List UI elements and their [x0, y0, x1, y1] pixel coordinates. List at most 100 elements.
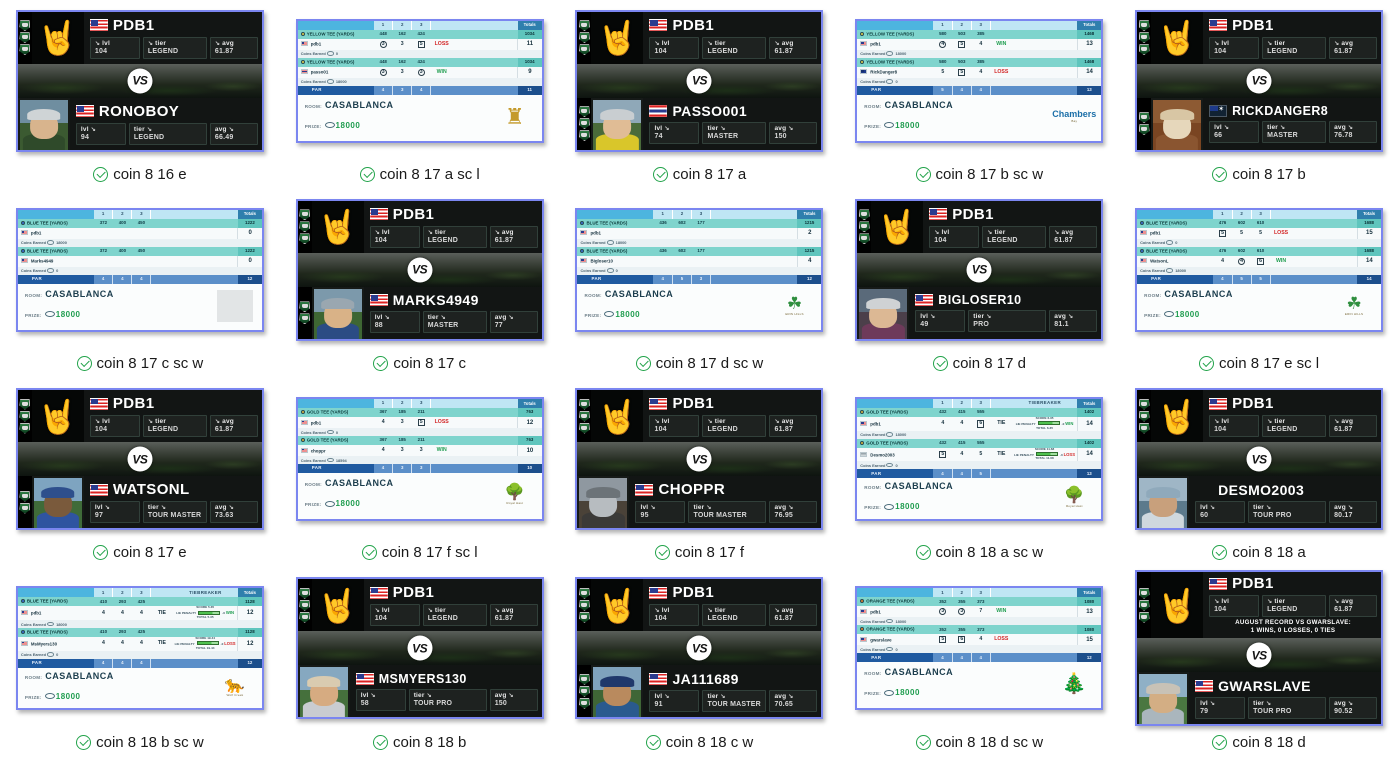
coin-spacer-6 [797, 266, 822, 275]
header-result [150, 588, 173, 598]
top-player-name: PDB1 [392, 584, 435, 602]
verified-check-icon [1212, 545, 1228, 561]
top-badges [17, 11, 32, 64]
yardage-1: 432 [933, 408, 953, 418]
bottom-badges [577, 97, 592, 150]
top-avatar: 🤘 [311, 200, 364, 253]
scorecard[interactable]: 1 2 3 Totals ORANGE TEE (YARDS) 352 355 373 1080… [857, 588, 1102, 709]
thumbnail-scorecard[interactable]: 1 2 3 TIEBREAKER Totals BLUE TEE (YARDS) 410 29… [15, 586, 264, 711]
top-stat-tier-label: ↘ tier [427, 607, 446, 615]
hole-number-3: 3 [411, 20, 432, 30]
versus-card[interactable]: 🤘 PDB1 ↘ lvl 104 ↘ tier LEGEND ↘ avg 61.87 VS DES… [1137, 390, 1382, 529]
scorecard[interactable]: 1 2 3 Totals YELLOW TEE (YARDS) 448 162 424 1034… [297, 20, 542, 141]
versus-card[interactable]: 🤘 PDB1 ↘ lvl 104 ↘ tier LEGEND ↘ avg 61.87 VS WAT… [17, 390, 262, 529]
gallery-cell: 🤘 PDB1 ↘ lvl 104 ↘ tier LEGEND ↘ avg 61.87 VS BIG… [839, 189, 1119, 378]
par-row: PAR 4 4 4 12 [17, 274, 262, 284]
player-score-row: gwarslave 5 6 4 LOSS 15 [857, 634, 1102, 646]
caption-text: coin 8 17 f [674, 544, 745, 562]
thumbnail-scorecard[interactable]: 1 2 3 Totals YELLOW TEE (YARDS) 448 162 424 1034… [295, 18, 544, 143]
coin-spacer-1 [373, 428, 393, 437]
trophy-badge-icon [1138, 20, 1150, 32]
scorecard[interactable]: 1 2 3 Totals GOLD TEE (YARDS) 367 185 211 763 pdb… [297, 399, 542, 520]
thumbnail-versus[interactable]: 🤘PDB1↘ lvl104↘ tierLEGEND↘ avg61.87VSRIC… [1135, 9, 1384, 152]
par-spacer-1 [430, 85, 453, 95]
thumbnail-scorecard[interactable]: 1 2 3 Totals BLUE TEE (YARDS) 476 602 610 1688 pd… [1135, 207, 1384, 332]
scorecard[interactable]: 1 2 3 Totals BLUE TEE (YARDS) 372 400 450 1222 pd… [17, 209, 262, 330]
bottom-stat-lvl-value: 97 [94, 512, 104, 520]
bottom-stats: lvl ↘ 97 tier ↘ TOUR MASTER avg ↘ 73.63 [89, 501, 258, 524]
top-badges [17, 390, 32, 443]
match-result [150, 255, 173, 267]
bottom-flag-icon [649, 105, 668, 118]
thumbnail-scorecard[interactable]: 1 2 3 Totals YELLOW TEE (YARDS) 580 503 385 1468… [855, 18, 1104, 143]
thumbnail-versus[interactable]: 🤘 PDB1 ↘ lvl 104 ↘ tier LEGEND ↘ avg 61.87 VS CHO… [575, 388, 824, 531]
coin-spacer-4 [1270, 266, 1293, 275]
sort-arrow-icon: ↘ [1267, 599, 1273, 606]
bottom-stat-tier: tier ↘ MASTER [702, 122, 767, 145]
par-hole-2: 4 [112, 658, 133, 668]
thumbnail-versus[interactable]: 🤘 PDB1 ↘ lvl 104 ↘ tier LEGEND ↘ avg 61.87 VS JA1… [575, 577, 824, 720]
versus-card[interactable]: 🤘 PDB1 ↘ lvl 104 ↘ tier LEGEND ↘ avg 61.87 VS MAR… [297, 200, 542, 339]
trophy-badge-icon [19, 32, 31, 44]
yardage-1: 580 [933, 57, 953, 67]
thumbnail-caption: coin 8 18 b sc w [76, 729, 204, 755]
coin-spacer-6 [237, 619, 262, 628]
thumbnail-wrap: 1 2 3 Totals BLUE TEE (YARDS) 436 602 177 1215 pd… [560, 189, 840, 350]
versus-card[interactable]: 🤘PDB1↘ lvl104↘ tierLEGEND↘ avg61.87VSRIC… [1137, 11, 1382, 150]
thumbnail-versus[interactable]: 🤘 PDB1 ↘ lvl 104 ↘ tier LEGEND ↘ avg 61.87 AUGUS… [1135, 570, 1384, 727]
thumbnail-caption: coin 8 16 e [93, 161, 187, 187]
score-hole-3 [131, 227, 151, 239]
thumbnail-scorecard[interactable]: 1 2 3 Totals ORANGE TEE (YARDS) 352 355 373 1080… [855, 586, 1104, 711]
scorecard[interactable]: 1 2 3 Totals YELLOW TEE (YARDS) 580 503 385 1468… [857, 20, 1102, 141]
player-score-row: pdb1 3 3 7 WIN 13 [857, 606, 1102, 618]
match-result: TIE [990, 447, 1013, 462]
player-name-cell: pdb1 [297, 417, 374, 429]
tee-result-spacer [990, 408, 1013, 418]
thumbnail-versus[interactable]: 🤘 PDB1 ↘ lvl 104 ↘ tier LEGEND ↘ avg 61.87 VS RON… [15, 9, 264, 152]
scorecard[interactable]: 1 2 3 TIEBREAKER Totals GOLD TEE (YARDS) 432 41… [857, 399, 1102, 520]
thumbnail-versus[interactable]: 🤘 PDB1 ↘ lvl 104 ↘ tier LEGEND ↘ avg 61.87 VS DES… [1135, 388, 1384, 531]
thumbnail-versus[interactable]: 🤘 PDB1 ↘ lvl 104 ↘ tier LEGEND ↘ avg 61.87 VS MAR… [295, 198, 544, 341]
thumbnail-scorecard[interactable]: 1 2 3 Totals GOLD TEE (YARDS) 367 185 211 763 pdb… [295, 397, 544, 522]
versus-card[interactable]: 🤘 PDB1 ↘ lvl 104 ↘ tier LEGEND ↘ avg 61.87 VS CHO… [577, 390, 822, 529]
top-stat-lvl-label: ↘ lvl [1214, 39, 1230, 47]
gallery-cell: 🤘 PDB1 ↘ lvl 104 ↘ tier LEGEND ↘ avg 61.87 VS MSM… [280, 568, 560, 757]
versus-card[interactable]: 🤘 PDB1 ↘ lvl 104 ↘ tier LEGEND ↘ avg 61.87 VS PAS… [577, 11, 822, 150]
versus-card[interactable]: 🤘 PDB1 ↘ lvl 104 ↘ tier LEGEND ↘ avg 61.87 VS BIG… [857, 200, 1102, 339]
thumbnail-versus[interactable]: 🤘 PDB1 ↘ lvl 104 ↘ tier LEGEND ↘ avg 61.87 VS WAT… [15, 388, 264, 531]
bottom-stat-tier-label: tier ↘ [1253, 503, 1272, 511]
top-stat-tier-label: ↘ tier [1267, 598, 1286, 606]
top-stat-avg: ↘ avg 61.87 [1049, 225, 1098, 248]
coin-spacer-6 [1077, 430, 1102, 439]
thumbnail-caption: coin 8 17 f [654, 540, 745, 566]
bottom-player-name: MSMYERS130 [378, 671, 467, 686]
sort-arrow-icon: ↘ [104, 505, 110, 512]
coin-spacer-3 [691, 238, 711, 247]
header-tiebreaker: TIEBREAKER [1012, 399, 1078, 409]
versus-card[interactable]: 🤘 PDB1 ↘ lvl 104 ↘ tier LEGEND ↘ avg 61.87 VS JA1… [577, 579, 822, 718]
thumbnail-scorecard[interactable]: 1 2 3 TIEBREAKER Totals GOLD TEE (YARDS) 432 41… [855, 397, 1104, 522]
thumbnail-scorecard[interactable]: 1 2 3 Totals BLUE TEE (YARDS) 372 400 450 1222 pd… [15, 207, 264, 332]
par-hole-2: 4 [952, 85, 972, 95]
scorecard-table: 1 2 3 Totals ORANGE TEE (YARDS) 352 355 373 1080… [857, 588, 1102, 663]
scorecard[interactable]: 1 2 3 TIEBREAKER Totals BLUE TEE (YARDS) 410 29… [17, 588, 262, 709]
versus-card[interactable]: 🤘 PDB1 ↘ lvl 104 ↘ tier LEGEND ↘ avg 61.87 AUGUS… [1137, 572, 1382, 725]
thumbnail-scorecard[interactable]: 1 2 3 Totals BLUE TEE (YARDS) 436 602 177 1215 pd… [575, 207, 824, 332]
scorecard[interactable]: 1 2 3 Totals BLUE TEE (YARDS) 436 602 177 1215 pd… [577, 209, 822, 330]
top-player-name: PDB1 [392, 205, 435, 223]
vs-badge: VS [686, 635, 712, 661]
versus-card[interactable]: 🤘 PDB1 ↘ lvl 104 ↘ tier LEGEND ↘ avg 61.87 VS RON… [17, 11, 262, 150]
tee-label: ORANGE TEE (YARDS) [857, 597, 934, 607]
tee-result-spacer [430, 436, 453, 446]
top-name-row: PDB1 [649, 395, 817, 412]
scorecard[interactable]: 1 2 3 Totals BLUE TEE (YARDS) 476 602 610 1688 pd… [1137, 209, 1382, 330]
par-hole-3: 5 [1251, 274, 1271, 284]
thumbnail-versus[interactable]: 🤘 PDB1 ↘ lvl 104 ↘ tier LEGEND ↘ avg 61.87 VS BIG… [855, 198, 1104, 341]
thumbnail-versus[interactable]: 🤘 PDB1 ↘ lvl 104 ↘ tier LEGEND ↘ avg 61.87 VS PAS… [575, 9, 824, 152]
thumbnail-wrap: 1 2 3 Totals YELLOW TEE (YARDS) 580 503 385 1468… [839, 0, 1119, 161]
versus-card[interactable]: 🤘 PDB1 ↘ lvl 104 ↘ tier LEGEND ↘ avg 61.87 VS MSM… [297, 579, 542, 718]
top-player-info: PDB1 ↘ lvl 104 ↘ tier LEGEND ↘ avg 61.87 [1203, 12, 1381, 64]
top-stats: ↘ lvl 104 ↘ tier LEGEND ↘ avg 61.87 [1209, 36, 1378, 59]
thumbnail-versus[interactable]: 🤘 PDB1 ↘ lvl 104 ↘ tier LEGEND ↘ avg 61.87 VS MSM… [295, 577, 544, 720]
tee-tb-spacer [172, 218, 238, 228]
